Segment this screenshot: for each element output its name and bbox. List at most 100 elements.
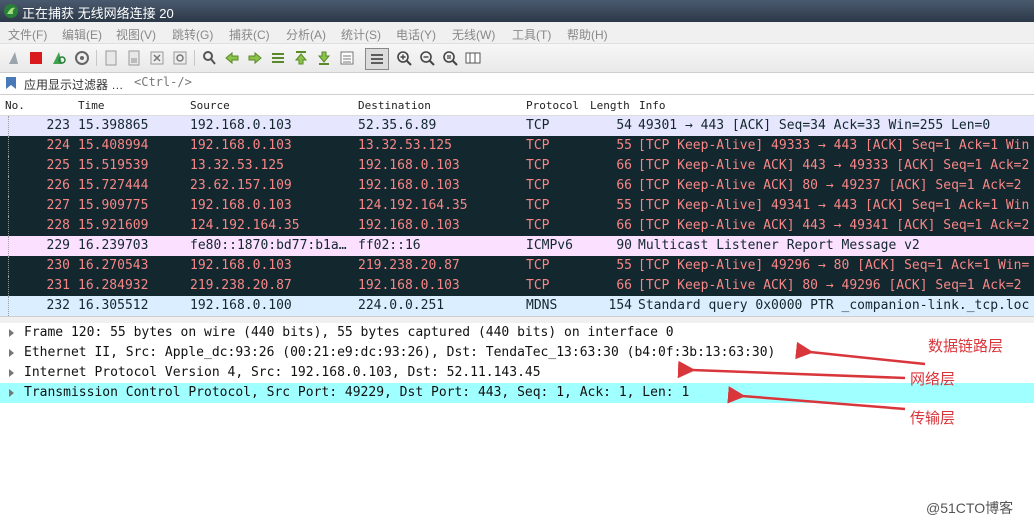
menu-help[interactable]: 帮助(H) [567, 26, 608, 43]
packet-protocol: TCP [526, 118, 550, 133]
menu-analyze[interactable]: 分析(A) [286, 26, 326, 43]
packet-destination: 192.168.0.103 [358, 158, 460, 173]
packet-number: 226 [46, 178, 70, 193]
column-info[interactable]: Info [639, 99, 666, 112]
wireshark-app-icon [4, 4, 18, 18]
display-filter-input[interactable]: 应用显示过滤器 … [24, 76, 123, 93]
autoscroll-icon[interactable] [338, 49, 356, 67]
packet-source: 192.168.0.103 [190, 118, 292, 133]
packet-length: 66 [616, 158, 632, 173]
open-file-icon[interactable] [102, 49, 120, 67]
zoom-normal-icon[interactable] [441, 49, 459, 67]
menu-bar: 文件(F) 编辑(E) 视图(V) 跳转(G) 捕获(C) 分析(A) 统计(S… [0, 22, 1034, 44]
column-no[interactable]: No. [5, 99, 25, 112]
menu-view[interactable]: 视图(V) [116, 26, 156, 43]
go-last-icon[interactable] [315, 49, 333, 67]
menu-capture[interactable]: 捕获(C) [229, 26, 270, 43]
restart-icon[interactable] [50, 49, 68, 67]
packet-row[interactable]: 231 16.284932 219.238.20.87 192.168.0.10… [0, 276, 1034, 296]
packet-protocol: TCP [526, 218, 550, 233]
resize-columns-icon[interactable] [464, 49, 482, 67]
packet-info: Standard query 0x0000 PTR _companion-lin… [638, 298, 1030, 313]
packet-source: 23.62.157.109 [190, 178, 292, 193]
display-filter-bar: 应用显示过滤器 … <Ctrl-/> [0, 73, 1034, 95]
expand-arrow-icon[interactable] [9, 329, 14, 337]
detail-text: Internet Protocol Version 4, Src: 192.16… [24, 365, 541, 380]
packet-row[interactable]: 226 15.727444 23.62.157.109 192.168.0.10… [0, 176, 1034, 196]
packet-protocol: TCP [526, 278, 550, 293]
packet-row[interactable]: 223 15.398865 192.168.0.103 52.35.6.89 T… [0, 116, 1034, 136]
zoom-in-icon[interactable] [395, 49, 413, 67]
colorize-icon[interactable] [365, 48, 389, 70]
filter-bookmark-icon[interactable] [5, 76, 17, 90]
packet-list: 223 15.398865 192.168.0.103 52.35.6.89 T… [0, 116, 1034, 316]
packet-destination: 192.168.0.103 [358, 178, 460, 193]
reload-icon[interactable] [171, 49, 189, 67]
expand-arrow-icon[interactable] [9, 389, 14, 397]
menu-wireless[interactable]: 无线(W) [452, 26, 495, 43]
packet-destination: ff02::16 [358, 238, 421, 253]
expand-arrow-icon[interactable] [9, 369, 14, 377]
packet-row[interactable]: 229 16.239703 fe80::1870:bd77:b1a… ff02:… [0, 236, 1034, 256]
packet-source: fe80::1870:bd77:b1a… [190, 238, 347, 253]
menu-statistics[interactable]: 统计(S) [341, 26, 381, 43]
packet-protocol: TCP [526, 138, 550, 153]
shark-fin-icon[interactable] [6, 49, 24, 67]
packet-time: 16.239703 [78, 238, 149, 253]
find-packet-icon[interactable] [200, 49, 218, 67]
go-forward-icon[interactable] [246, 49, 264, 67]
packet-length: 55 [616, 198, 632, 213]
packet-time: 15.727444 [78, 178, 149, 193]
go-back-icon[interactable] [223, 49, 241, 67]
packet-number: 223 [46, 118, 70, 133]
column-source[interactable]: Source [190, 99, 230, 112]
packet-length: 55 [616, 138, 632, 153]
column-time[interactable]: Time [78, 99, 105, 112]
menu-file[interactable]: 文件(F) [8, 26, 47, 43]
packet-time: 15.909775 [78, 198, 149, 213]
column-protocol[interactable]: Protocol [526, 99, 579, 112]
go-to-packet-icon[interactable] [269, 49, 287, 67]
packet-row[interactable]: 232 16.305512 192.168.0.100 224.0.0.251 … [0, 296, 1034, 316]
packet-protocol: TCP [526, 258, 550, 273]
zoom-out-icon[interactable] [418, 49, 436, 67]
packet-row[interactable]: 227 15.909775 192.168.0.103 124.192.164.… [0, 196, 1034, 216]
packet-info: [TCP Keep-Alive ACK] 443 → 49341 [ACK] S… [638, 218, 1030, 233]
packet-list-header: No. Time Source Destination Protocol Len… [0, 97, 1034, 116]
filter-shortcut-hint: <Ctrl-/> [134, 75, 192, 89]
menu-tools[interactable]: 工具(T) [512, 26, 551, 43]
column-length[interactable]: Length [590, 99, 630, 112]
packet-info: [TCP Keep-Alive] 49296 → 80 [ACK] Seq=1 … [638, 258, 1030, 273]
packet-length: 54 [616, 118, 632, 133]
packet-destination: 224.0.0.251 [358, 298, 445, 313]
packet-row[interactable]: 225 15.519539 13.32.53.125 192.168.0.103… [0, 156, 1034, 176]
packet-time: 16.284932 [78, 278, 149, 293]
packet-length: 90 [616, 238, 632, 253]
expand-arrow-icon[interactable] [9, 349, 14, 357]
annotation-datalink-layer: 数据链路层 [928, 338, 1004, 355]
packet-info: Multicast Listener Report Message v2 [638, 238, 920, 253]
toolbar-separator [96, 50, 97, 66]
close-file-icon[interactable] [148, 49, 166, 67]
packet-number: 227 [46, 198, 70, 213]
packet-length: 66 [616, 178, 632, 193]
menu-telephony[interactable]: 电话(Y) [396, 26, 436, 43]
menu-edit[interactable]: 编辑(E) [62, 26, 102, 43]
packet-number: 228 [46, 218, 70, 233]
detail-tree-item-tcp[interactable]: Transmission Control Protocol, Src Port:… [0, 383, 1034, 403]
packet-row[interactable]: 224 15.408994 192.168.0.103 13.32.53.125… [0, 136, 1034, 156]
packet-number: 231 [46, 278, 70, 293]
save-file-icon[interactable] [125, 49, 143, 67]
column-destination[interactable]: Destination [358, 99, 431, 112]
packet-source: 192.168.0.103 [190, 198, 292, 213]
packet-info: [TCP Keep-Alive ACK] 80 → 49237 [ACK] Se… [638, 178, 1022, 193]
packet-info: [TCP Keep-Alive ACK] 80 → 49296 [ACK] Se… [638, 278, 1022, 293]
title-bar: 正在捕获 无线网络连接 20 [0, 0, 1034, 22]
packet-row[interactable]: 230 16.270543 192.168.0.103 219.238.20.8… [0, 256, 1034, 276]
packet-row[interactable]: 228 15.921609 124.192.164.35 192.168.0.1… [0, 216, 1034, 236]
options-gear-icon[interactable] [73, 49, 91, 67]
go-first-icon[interactable] [292, 49, 310, 67]
stop-icon[interactable] [27, 49, 45, 67]
packet-protocol: TCP [526, 198, 550, 213]
menu-go[interactable]: 跳转(G) [172, 26, 213, 43]
